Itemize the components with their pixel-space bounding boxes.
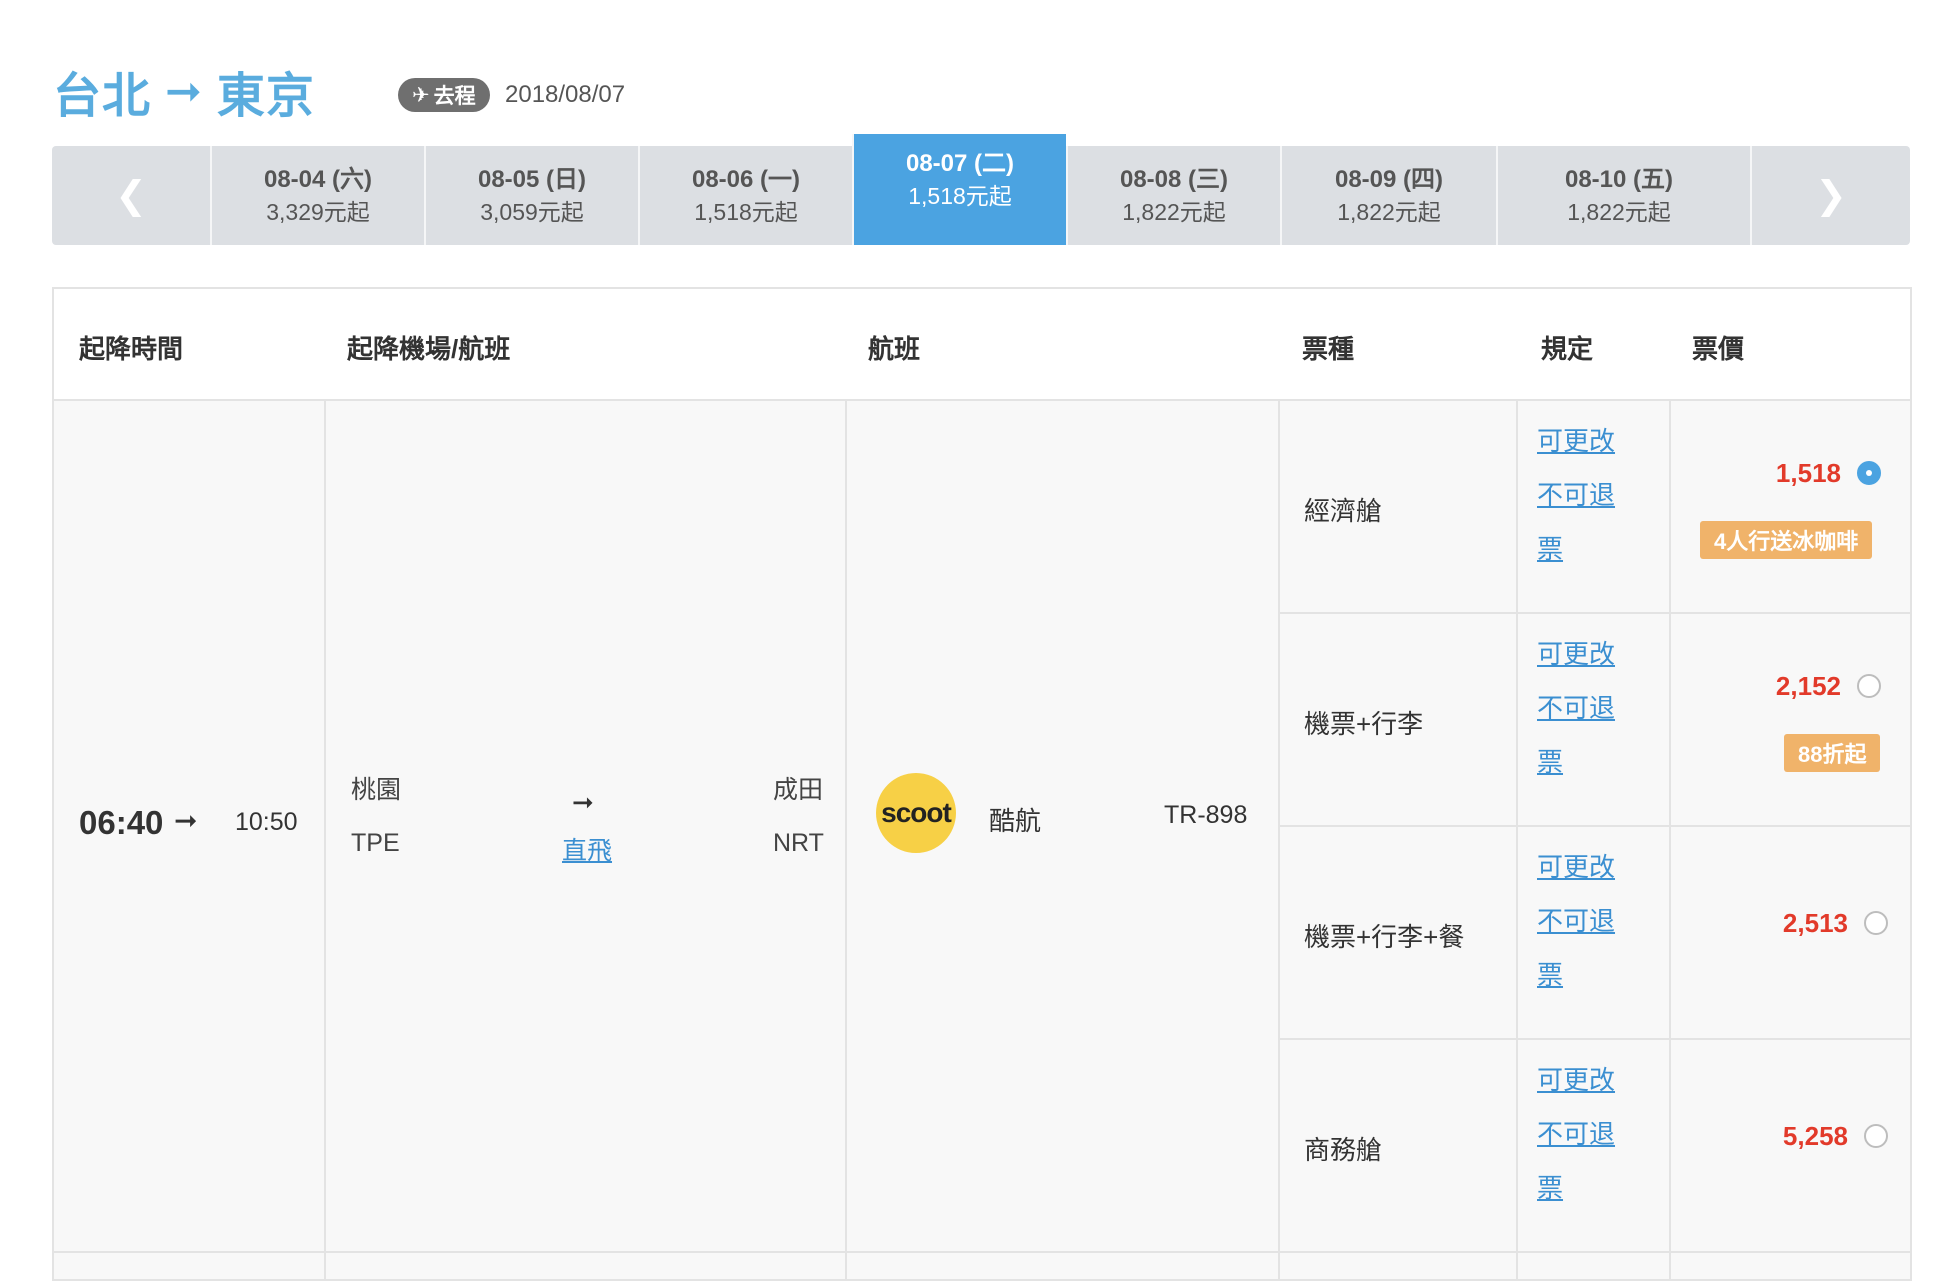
date-tab-date: 08-05 (日): [477, 165, 587, 193]
direct-flight-link[interactable]: 直飛: [562, 831, 612, 867]
row-divider: [1278, 612, 1910, 614]
date-tab[interactable]: 08-05 (日) 3,059元起: [424, 146, 638, 245]
route-arrow-icon: ➞: [165, 66, 203, 116]
fare-radio[interactable]: [1857, 461, 1881, 485]
date-tab[interactable]: 08-04 (六) 3,329元起: [210, 146, 424, 245]
row-divider: [54, 1251, 1910, 1253]
fare-name: 機票+行李: [1304, 709, 1424, 739]
rule-change-link[interactable]: 可更改: [1537, 414, 1617, 468]
date-tab-price: 3,329元起: [266, 198, 370, 225]
header-fare-type: 票種: [1302, 334, 1355, 364]
airline-logo: scoot: [876, 773, 956, 853]
date-tab-price: 3,059元起: [480, 198, 584, 225]
fare-radio[interactable]: [1864, 911, 1888, 935]
depart-time: 06:40: [79, 804, 164, 841]
chevron-right-icon[interactable]: ❯: [1750, 146, 1910, 245]
destination-city: 東京: [216, 70, 315, 123]
fare-price: 2,513: [1782, 908, 1848, 938]
column-divider: [324, 401, 326, 1279]
header-time: 起降時間: [79, 334, 184, 364]
fare-price: 2,152: [1775, 671, 1841, 701]
chevron-left-icon[interactable]: ❮: [52, 146, 210, 245]
date-tab-price: 1,822元起: [1337, 198, 1441, 225]
route-title: 台北 ➞ 東京: [53, 56, 315, 126]
fare-price: 5,258: [1782, 1121, 1848, 1151]
date-tab-date: 08-04 (六): [263, 165, 373, 193]
flight-table: 起降時間 起降機場/航班 航班 票種 規定 票價 06:40 ➞ 10:50 桃…: [52, 287, 1912, 1281]
fare-name: 機票+行李+餐: [1304, 922, 1465, 952]
fare-price: 1,518: [1775, 458, 1841, 488]
fare-radio[interactable]: [1857, 674, 1881, 698]
header-rules: 規定: [1541, 334, 1594, 364]
trip-date: 2018/08/07: [505, 81, 626, 108]
column-divider: [845, 401, 847, 1279]
date-tab[interactable]: 08-06 (一) 1,518元起: [638, 146, 852, 245]
plane-icon: ✈: [412, 83, 430, 107]
depart-airport-name: 桃園: [351, 776, 402, 804]
header-airport: 起降機場/航班: [347, 334, 511, 364]
column-divider: [1669, 401, 1671, 1279]
row-divider: [1278, 825, 1910, 827]
flight-number: TR-898: [1164, 801, 1248, 829]
airline-name: 酷航: [989, 806, 1042, 836]
depart-airport-code: TPE: [351, 829, 400, 857]
header-flight: 航班: [868, 334, 921, 364]
date-tab[interactable]: 08-10 (五) 1,822元起: [1496, 146, 1740, 245]
date-tab-date: 08-09 (四): [1334, 165, 1444, 193]
rule-refund-link[interactable]: 不可退票: [1537, 894, 1617, 1002]
trip-type-label: 去程: [433, 85, 476, 108]
column-divider: [1278, 401, 1280, 1279]
promo-badge: 4人行送冰咖啡: [1700, 521, 1873, 559]
arrive-airport-code: NRT: [773, 829, 824, 857]
rule-refund-link[interactable]: 不可退票: [1537, 468, 1617, 576]
origin-city: 台北: [53, 70, 152, 123]
arrow-icon: ➞: [572, 787, 594, 817]
fare-name: 商務艙: [1304, 1135, 1383, 1165]
fare-rules: 可更改 不可退票: [1537, 414, 1617, 576]
airline-logo-text: scoot: [881, 797, 952, 828]
rule-change-link[interactable]: 可更改: [1537, 627, 1617, 681]
fare-radio[interactable]: [1864, 1124, 1888, 1148]
trip-type-badge: ✈ 去程: [398, 78, 490, 112]
promo-badge: 88折起: [1784, 734, 1881, 772]
fare-rules: 可更改 不可退票: [1537, 840, 1617, 1002]
date-tab[interactable]: 08-08 (三) 1,822元起: [1066, 146, 1280, 245]
fare-name: 經濟艙: [1304, 496, 1383, 526]
fare-rules: 可更改 不可退票: [1537, 1053, 1617, 1215]
row-divider: [1278, 1038, 1910, 1040]
date-tab-date: 08-06 (一): [691, 165, 801, 193]
arrive-airport-name: 成田: [773, 776, 824, 804]
fare-rules: 可更改 不可退票: [1537, 627, 1617, 789]
table-row: 06:40 ➞ 10:50 桃園 TPE ➞ 直飛 成田 NRT scoot 酷…: [54, 401, 1910, 1279]
date-tab-price: 1,518元起: [908, 183, 1012, 209]
rule-change-link[interactable]: 可更改: [1537, 840, 1617, 894]
date-tab[interactable]: 08-09 (四) 1,822元起: [1280, 146, 1496, 245]
rule-change-link[interactable]: 可更改: [1537, 1053, 1617, 1107]
table-header: 起降時間 起降機場/航班 航班 票種 規定 票價: [54, 289, 1910, 401]
arrive-time: 10:50: [235, 808, 298, 836]
date-tab-active[interactable]: 08-07 (二) 1,518元起: [852, 134, 1066, 245]
column-divider: [1516, 401, 1518, 1279]
date-tab-price: 1,822元起: [1567, 198, 1671, 225]
rule-refund-link[interactable]: 不可退票: [1537, 1107, 1617, 1215]
date-tab-price: 1,822元起: [1122, 198, 1226, 225]
date-tab-price: 1,518元起: [694, 198, 798, 225]
date-tab-date: 08-08 (三): [1119, 165, 1229, 193]
header-price: 票價: [1692, 334, 1745, 364]
date-tab-date: 08-10 (五): [1564, 165, 1674, 193]
date-tab-date: 08-07 (二): [905, 150, 1015, 177]
arrow-icon: ➞: [174, 805, 198, 836]
date-selector: ❮ 08-04 (六) 3,329元起 08-05 (日) 3,059元起 08…: [52, 134, 1910, 245]
rule-refund-link[interactable]: 不可退票: [1537, 681, 1617, 789]
